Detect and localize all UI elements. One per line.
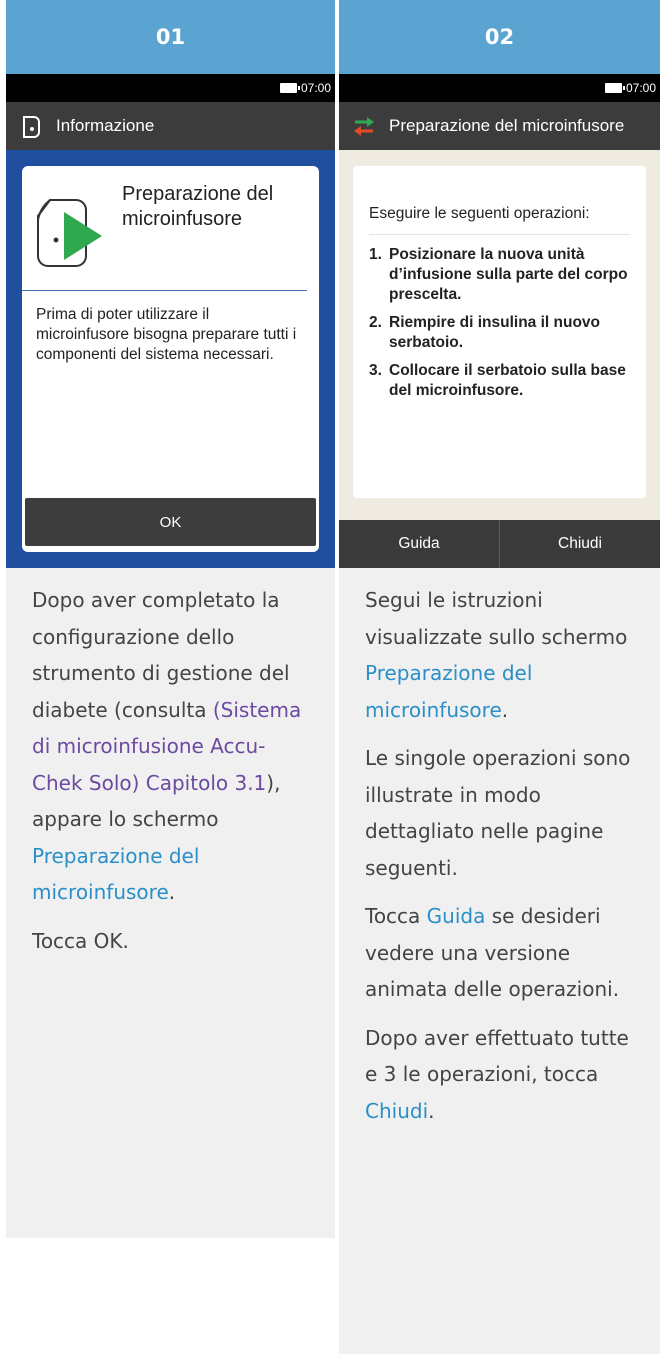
preparation-screen: Eseguire le seguenti operazioni: 1. Posiz… (339, 150, 660, 520)
close-button[interactable]: Chiudi (499, 520, 660, 568)
list-item: 3. Collocare il serbatoio sulla base del … (369, 361, 630, 401)
card-body: Prima di poter utilizzare il microinfuso… (36, 306, 297, 363)
title-bar: Preparazione del microinfusore (339, 102, 660, 150)
step-column-1: 01 07:00 Informazione Preparazione del m… (6, 0, 335, 1238)
desc-text: Le singole operazioni sono illustrate in… (365, 746, 631, 880)
step-text: Posizionare la nuova unità d’infusione s… (389, 246, 628, 303)
desc-text: . (428, 1098, 435, 1123)
step-index: 3. (369, 362, 382, 379)
list-item: 2. Riempire di insulina il nuovo serbatoi… (369, 313, 630, 353)
pump-icon (23, 116, 40, 138)
swap-arrows-icon (354, 117, 374, 136)
guide-link[interactable]: Guida (427, 904, 486, 928)
desc-text: Tocca (365, 904, 427, 928)
instructions-card: Eseguire le seguenti operazioni: 1. Posiz… (353, 166, 646, 498)
instructions-list: 1. Posizionare la nuova unità d’infusione… (369, 235, 630, 401)
card-title: Preparazione del microinfusore (122, 183, 274, 230)
close-link[interactable]: Chiudi (365, 1099, 428, 1123)
desc-text: Dopo aver effettuato tutte e 3 le operaz… (365, 1025, 629, 1087)
step-index: 2. (369, 314, 382, 331)
screen-title: Informazione (56, 116, 155, 135)
step-number: 01 (6, 0, 335, 74)
desc-text: . (168, 880, 176, 904)
desc-text: Tocca OK. (32, 928, 129, 953)
battery-icon (604, 83, 625, 93)
screen-title: Preparazione del microinfusore (389, 116, 625, 135)
guide-button[interactable]: Guida (339, 520, 499, 568)
step-text: Riempire di insulina il nuovo serbatoio. (389, 314, 600, 351)
step-column-2: 02 07:00 Preparazione del microinfusore … (339, 0, 660, 1354)
pump-play-icon (37, 199, 102, 267)
step-description: Segui le istruzioni visualizzate sullo s… (339, 568, 660, 1354)
status-time: 07:00 (625, 81, 656, 95)
status-bar: 07:00 (6, 74, 335, 102)
button-bar: Guida Chiudi (339, 520, 660, 568)
status-time: 07:00 (300, 81, 331, 95)
list-item: 1. Posizionare la nuova unità d’infusione… (369, 245, 630, 305)
step-description: Dopo aver completato la configurazione d… (6, 568, 335, 1238)
desc-text: Segui le istruzioni visualizzate sullo s… (365, 588, 628, 649)
title-bar: Informazione (6, 102, 335, 150)
info-card: Preparazione del microinfusore Prima di … (22, 166, 319, 552)
step-index: 1. (369, 246, 382, 263)
ok-button[interactable]: OK (25, 498, 316, 546)
instructions-heading: Eseguire le seguenti operazioni: (369, 166, 630, 235)
status-bar: 07:00 (339, 74, 660, 102)
step-text: Collocare il serbatoio sulla base del mi… (389, 362, 626, 399)
desc-text: . (501, 697, 509, 722)
info-screen: Preparazione del microinfusore Prima di … (6, 150, 335, 568)
battery-icon (279, 83, 300, 93)
step-number: 02 (339, 0, 660, 74)
